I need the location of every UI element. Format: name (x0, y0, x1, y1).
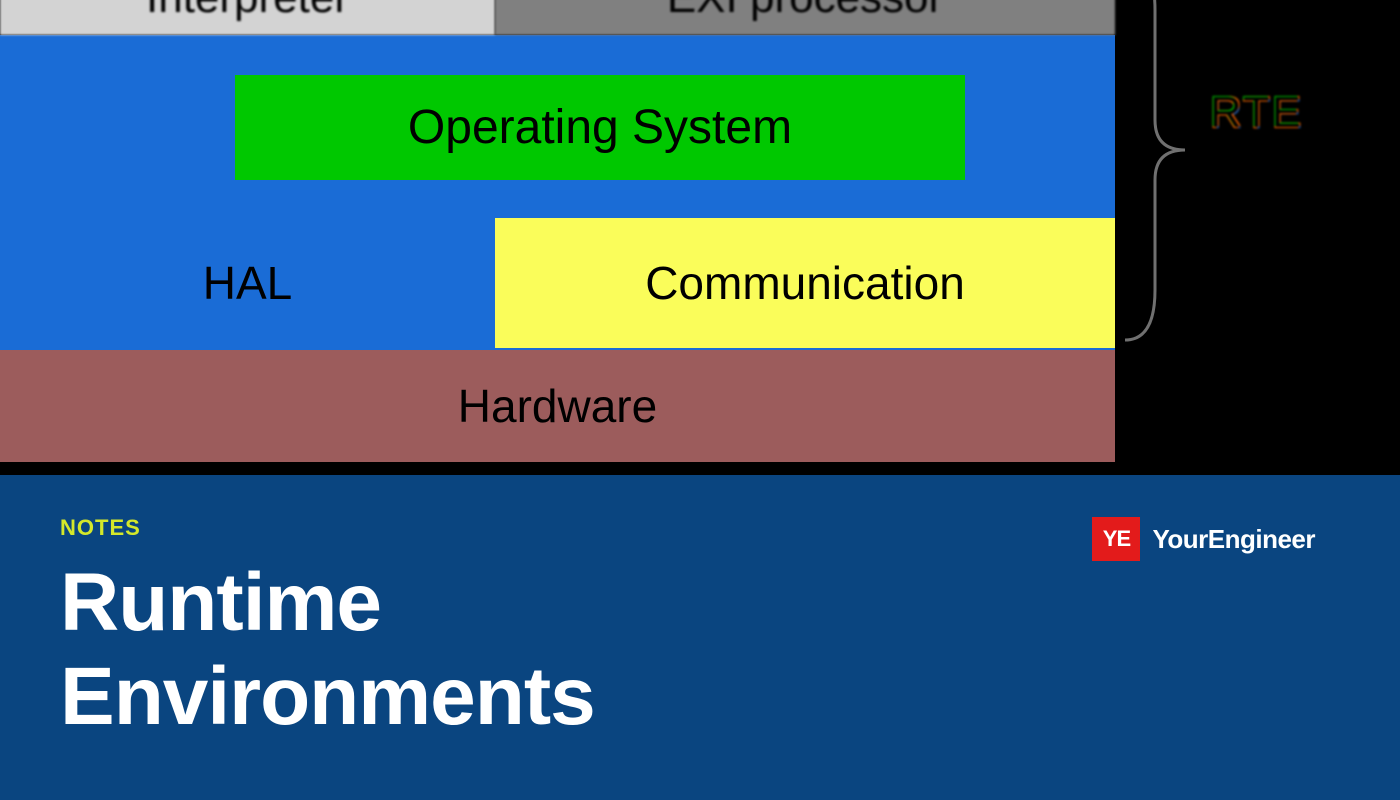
communication-block: Communication (495, 218, 1115, 348)
logo-badge: YE (1092, 517, 1140, 561)
hardware-label: Hardware (458, 379, 657, 433)
footer-banner: NOTES Runtime Environments YE YourEngine… (0, 475, 1400, 800)
hal-label: HAL (203, 256, 292, 310)
hardware-block: Hardware (0, 350, 1115, 462)
title-line-1: Runtime (60, 556, 1340, 650)
exi-processor-block: EXI processor (495, 0, 1115, 35)
title-line-2: Environments (60, 650, 1340, 744)
interpreter-label: Interpreter (146, 0, 349, 23)
interpreter-block: Interpreter (0, 0, 495, 35)
os-label: Operating System (408, 100, 792, 155)
page-title: Runtime Environments (60, 556, 1340, 745)
communication-label: Communication (645, 256, 965, 310)
rte-brace-icon (1115, 0, 1205, 350)
logo: YE YourEngineer (1092, 517, 1315, 561)
rte-label: RTE (1210, 88, 1303, 138)
operating-system-block: Operating System (235, 75, 965, 180)
exi-label: EXI processor (667, 0, 943, 23)
logo-text: YourEngineer (1152, 524, 1315, 555)
architecture-diagram: Interpreter EXI processor Operating Syst… (0, 0, 1400, 475)
hal-block: HAL (0, 218, 495, 348)
